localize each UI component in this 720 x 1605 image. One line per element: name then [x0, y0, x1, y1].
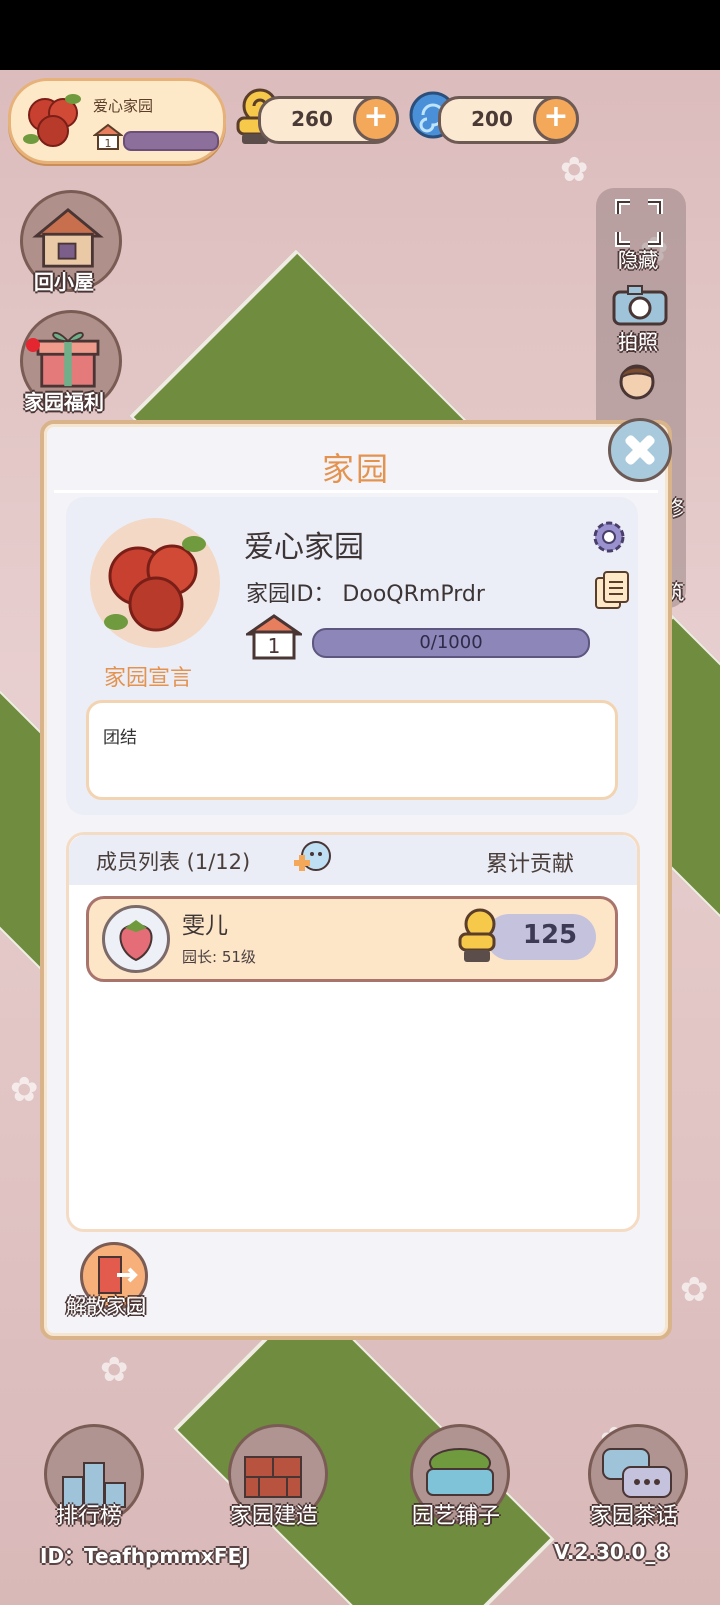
contribution-title: 累计贡献 [486, 852, 575, 877]
notification-dot [26, 338, 40, 352]
character-icon[interactable] [612, 360, 662, 412]
blossom-decoration: ✿ [100, 1350, 129, 1390]
garden-avatar[interactable] [90, 518, 220, 648]
garden-id: 家园ID： DooQRmPrdr [246, 582, 485, 607]
manifesto-text: 团结 [103, 728, 137, 748]
gardening-shop-label: 园艺铺子 [412, 1504, 501, 1529]
garden-name: 爱心家园 [244, 530, 364, 565]
disband-label: 解散家园 [66, 1294, 146, 1318]
exp-text: 0/1000 [419, 632, 483, 653]
hide-frame-icon[interactable] [614, 198, 664, 248]
app-version: V.2.30.0_8 [554, 1540, 670, 1564]
rose-emblem-icon [23, 94, 81, 147]
add-snail-coin-button[interactable]: + [353, 96, 399, 142]
member-list-card [66, 832, 640, 1232]
hide-label: 隐藏 [618, 248, 658, 272]
add-swirl-currency-button[interactable]: + [533, 96, 579, 142]
member-role: 园长: 51级 [182, 948, 256, 966]
copy-icon[interactable] [594, 570, 630, 610]
manifesto-label: 家园宣言 [104, 666, 193, 691]
blossom-decoration: ✿ [10, 1070, 39, 1110]
add-member-icon[interactable] [290, 838, 334, 878]
dialog-title: 家园 [321, 450, 390, 488]
garden-level-value: 1 [268, 634, 281, 658]
garden-badge[interactable]: 爱心家园 1 [8, 78, 226, 164]
garden-chat-label: 家园茶话 [590, 1504, 679, 1529]
blossom-decoration: ✿ [680, 1270, 709, 1310]
garden-name-label: 爱心家园 [93, 97, 154, 115]
garden-level-house-icon: 1 [93, 123, 123, 150]
snail-coin-counter: 260 + [258, 96, 399, 144]
ranking-label: 排行榜 [56, 1504, 123, 1529]
member-list-title: 成员列表 (1/12) [96, 850, 251, 874]
camera-icon[interactable] [610, 282, 670, 328]
rose-emblem-icon [104, 536, 206, 632]
gear-icon[interactable] [590, 518, 628, 556]
home-label: 回小屋 [34, 270, 94, 294]
close-button[interactable] [608, 418, 672, 482]
manifesto-box[interactable]: 团结 [86, 700, 618, 800]
member-contribution: 125 [522, 920, 578, 950]
title-divider [54, 490, 658, 493]
photo-label: 拍照 [618, 330, 658, 354]
garden-build-label: 家园建造 [230, 1504, 319, 1529]
user-id: ID：TeafhpmmxFEJ [40, 1544, 249, 1568]
welfare-label: 家园福利 [24, 390, 104, 414]
snail-coin-icon [458, 908, 496, 962]
member-name: 雯儿 [182, 913, 228, 939]
swirl-currency-value: 200 [471, 107, 513, 131]
swirl-currency-counter: 200 + [438, 96, 579, 144]
garden-exp-bar [123, 131, 219, 151]
blossom-decoration: ✿ [560, 150, 589, 190]
strawberry-icon [119, 920, 153, 962]
garden-level-text: 1 [105, 137, 112, 150]
garden-exp-progress: 0/1000 [312, 628, 590, 658]
member-avatar [102, 905, 170, 973]
snail-coin-value: 260 [291, 107, 333, 131]
garden-level-house-icon: 1 [246, 614, 302, 660]
